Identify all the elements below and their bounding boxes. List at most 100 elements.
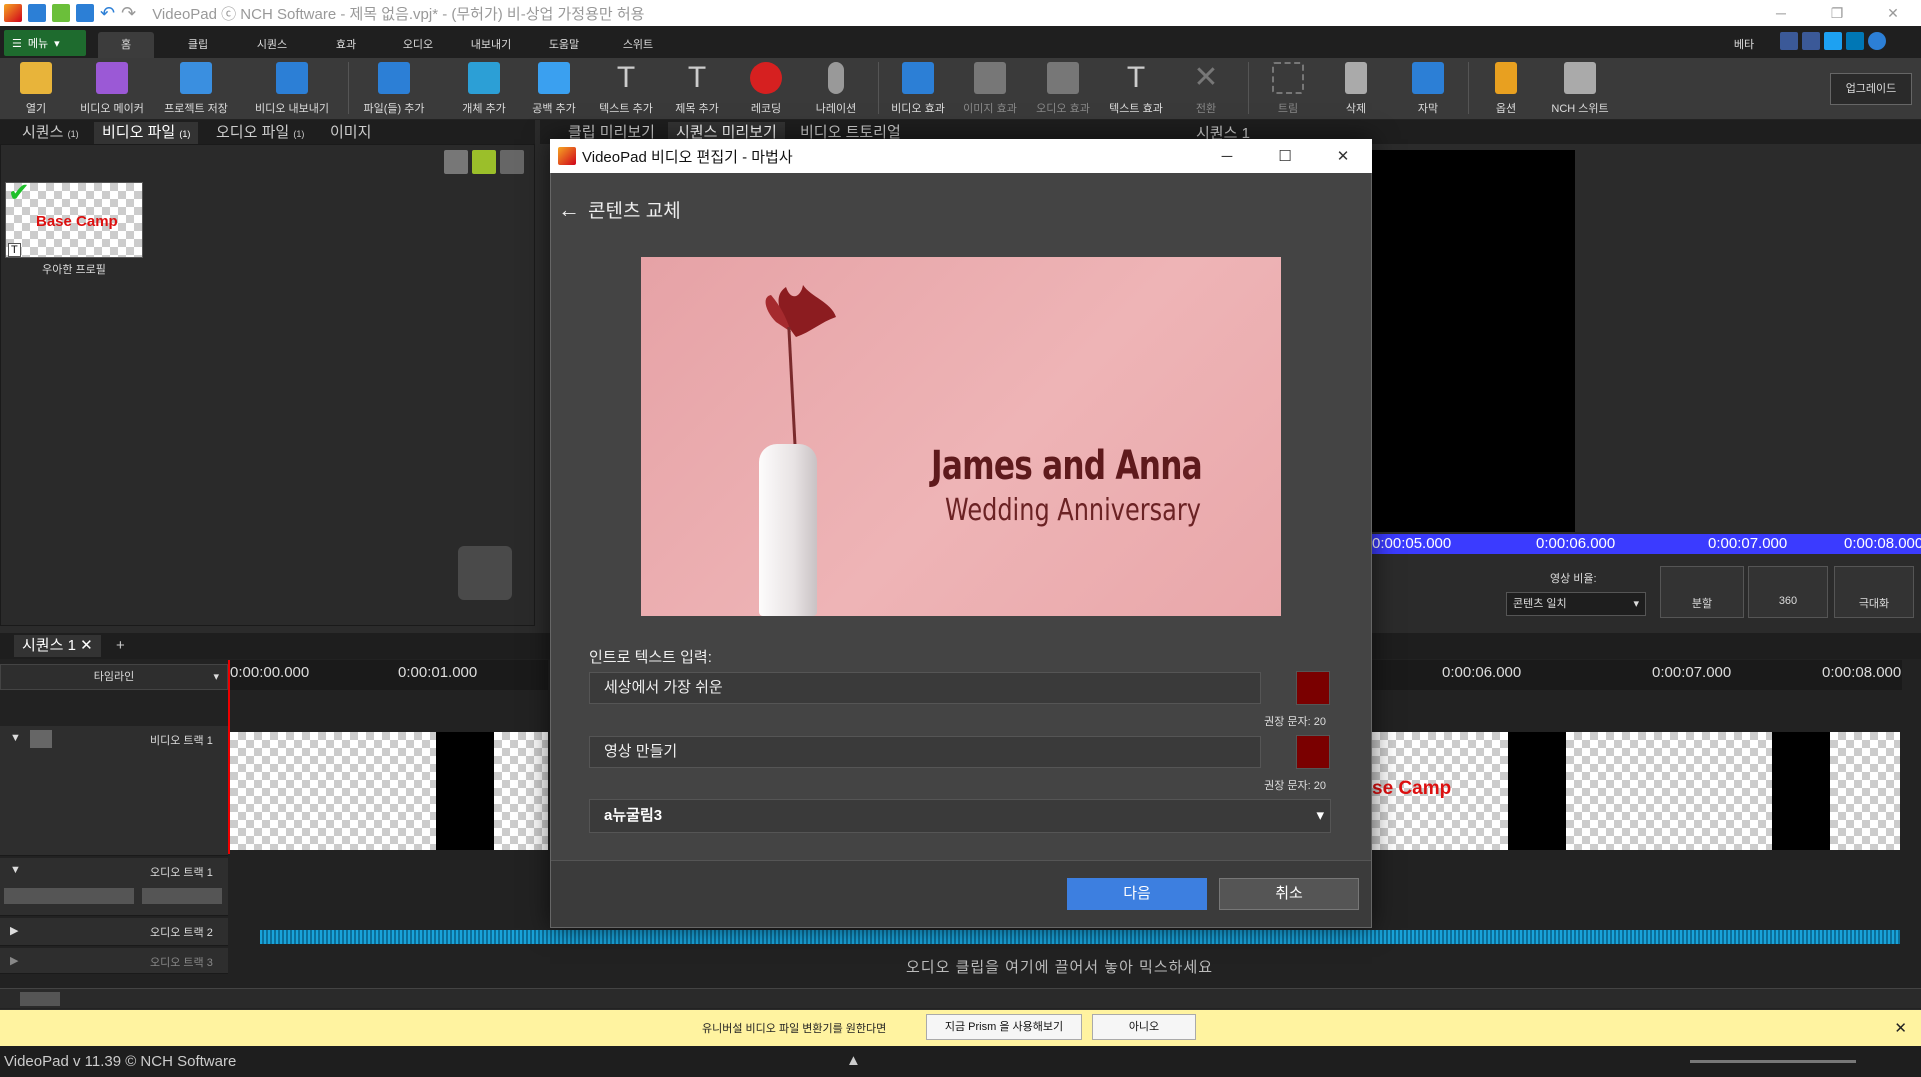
bin-tab-images[interactable]: 이미지	[322, 122, 379, 144]
video-effects-button[interactable]: 비디오 효과	[882, 62, 954, 116]
no-button[interactable]: 아니오	[1092, 1014, 1196, 1040]
upgrade-button[interactable]: 업그레이드	[1830, 73, 1912, 105]
expand-up-icon[interactable]: ▲	[846, 1052, 861, 1069]
tab-export[interactable]: 내보내기	[462, 32, 520, 58]
collapse-icon[interactable]: ▼	[10, 732, 21, 744]
maximize-button[interactable]: 극대화	[1834, 566, 1914, 618]
save-project-icon[interactable]	[76, 4, 94, 22]
dialog-minimize-button[interactable]: ─	[1198, 148, 1256, 165]
blank-clip[interactable]	[1772, 732, 1830, 850]
expand-icon[interactable]: ▶	[10, 954, 18, 967]
intro-text-field-1[interactable]: 세상에서 가장 쉬운	[589, 672, 1261, 704]
bin-tab-video-files[interactable]: 비디오 파일 (1)	[94, 122, 199, 144]
video-clip[interactable]: se Camp	[1372, 732, 1508, 850]
open-button[interactable]: 열기	[0, 62, 72, 116]
timeline-ruler-left[interactable]: 0:00:00.000 0:00:01.000	[228, 660, 548, 690]
menu-button[interactable]: ☰ 메뉴 ▾	[4, 30, 86, 56]
scroll-thumb[interactable]	[20, 992, 60, 1006]
help-icon[interactable]	[1868, 32, 1886, 50]
new-project-icon[interactable]	[28, 4, 46, 22]
add-text-button[interactable]: T 텍스트 추가	[590, 62, 662, 116]
text-color-swatch-1[interactable]	[1296, 671, 1330, 705]
trim-button[interactable]: 트림	[1252, 62, 1324, 116]
tab-help[interactable]: 도움말	[536, 32, 592, 58]
open-project-icon[interactable]	[52, 4, 70, 22]
360-button[interactable]: 360	[1748, 566, 1828, 618]
volume-slider[interactable]	[4, 888, 134, 904]
new-folder-icon[interactable]	[472, 150, 496, 174]
text-effects-button[interactable]: T 텍스트 효과	[1100, 62, 1172, 116]
undo-icon[interactable]: ↶	[100, 3, 115, 24]
transition-button[interactable]: ✕ 전환	[1170, 62, 1242, 116]
add-files-button[interactable]: 파일(들) 추가	[358, 62, 430, 116]
minimize-button[interactable]: ─	[1753, 5, 1809, 21]
linkedin-icon[interactable]	[1846, 32, 1864, 50]
intro-text-field-2[interactable]: 영상 만들기	[589, 736, 1261, 768]
video-clip[interactable]	[1566, 732, 1772, 850]
media-thumbnail[interactable]: ✔ Base Camp T	[5, 177, 143, 258]
timeline-ruler-right[interactable]: 0:00:06.000 0:00:07.000 0:00:08.000	[1372, 660, 1902, 690]
split-button[interactable]: 분할	[1660, 566, 1744, 618]
pan-slider[interactable]	[142, 888, 222, 904]
tab-sequence[interactable]: 시퀀스	[244, 32, 300, 58]
collapse-icon[interactable]: ▼	[10, 864, 21, 876]
add-title-button[interactable]: T 제목 추가	[661, 62, 733, 116]
master-volume-slider[interactable]	[1690, 1060, 1856, 1063]
blank-clip[interactable]	[436, 732, 494, 850]
video-maker-button[interactable]: 비디오 메이커	[76, 62, 148, 116]
narration-button[interactable]: 나레이션	[800, 62, 872, 116]
audio-track-2-header: ▶ 오디오 트랙 2	[0, 918, 228, 946]
add-object-label: 개체 추가	[462, 103, 506, 115]
aspect-select[interactable]: 콘텐츠 일치 ▾	[1506, 592, 1646, 616]
eye-icon[interactable]	[30, 730, 52, 748]
dialog-maximize-button[interactable]: ☐	[1256, 147, 1314, 165]
tab-suite[interactable]: 스위트	[610, 32, 666, 58]
thumbs-up-icon[interactable]	[1780, 32, 1798, 50]
audio-effects-button[interactable]: 오디오 효과	[1027, 62, 1099, 116]
redo-icon[interactable]: ↷	[121, 3, 136, 24]
timeline-mode-select[interactable]: 타임라인 ▾	[0, 664, 228, 690]
text-color-swatch-2[interactable]	[1296, 735, 1330, 769]
tab-effects[interactable]: 효과	[318, 32, 374, 58]
close-notification-icon[interactable]: ✕	[1894, 1019, 1907, 1037]
beta-label[interactable]: 베타	[1724, 32, 1764, 58]
add-blank-button[interactable]: 공백 추가	[518, 62, 590, 116]
image-effects-button[interactable]: 이미지 효과	[954, 62, 1026, 116]
timeline-scrollbar[interactable]	[0, 988, 1921, 1008]
nch-suite-button[interactable]: NCH 스위트	[1540, 62, 1620, 116]
tab-clip[interactable]: 클립	[170, 32, 226, 58]
intro-label: 인트로 텍스트 입력:	[589, 649, 712, 666]
video-clip[interactable]	[1830, 732, 1900, 850]
font-select[interactable]: a뉴굴림3 ▾	[589, 799, 1331, 833]
video-clip[interactable]	[230, 732, 436, 850]
save-project-button[interactable]: 프로젝트 저장	[160, 62, 232, 116]
subtitle-button[interactable]: 자막	[1392, 62, 1464, 116]
list-view-icon[interactable]	[500, 150, 524, 174]
try-prism-button[interactable]: 지금 Prism 을 사용해보기	[926, 1014, 1082, 1040]
twitter-icon[interactable]	[1824, 32, 1842, 50]
facebook-icon[interactable]	[1802, 32, 1820, 50]
dialog-close-button[interactable]: ✕	[1314, 147, 1372, 165]
bin-tab-audio-files[interactable]: 오디오 파일 (1)	[208, 122, 312, 144]
expand-icon[interactable]: ▶	[10, 924, 18, 937]
video-clip[interactable]	[494, 732, 548, 850]
close-button[interactable]: ✕	[1865, 5, 1921, 22]
tab-audio[interactable]: 오디오	[390, 32, 446, 58]
record-button[interactable]: 레코딩	[730, 62, 802, 116]
bin-tab-sequences[interactable]: 시퀀스 (1)	[14, 122, 87, 144]
blank-clip[interactable]	[1508, 732, 1566, 850]
bin-trash-icon[interactable]	[444, 150, 468, 174]
add-sequence-button[interactable]: +	[108, 635, 133, 657]
audio-waveform[interactable]	[260, 930, 1900, 944]
restore-button[interactable]: ❐	[1809, 5, 1865, 22]
add-object-button[interactable]: 개체 추가	[448, 62, 520, 116]
cancel-button[interactable]: 취소	[1219, 878, 1359, 910]
back-arrow-icon[interactable]: ←	[558, 197, 580, 223]
tab-sequence-1[interactable]: 시퀀스 1 ✕	[14, 635, 101, 657]
options-button[interactable]: 옵션	[1470, 62, 1542, 116]
tab-home[interactable]: 홈	[98, 32, 154, 58]
export-video-button[interactable]: 비디오 내보내기	[255, 62, 329, 116]
delete-button[interactable]: 삭제	[1320, 62, 1392, 116]
next-button[interactable]: 다음	[1067, 878, 1207, 910]
preview-ruler[interactable]: 0:00:05.000 0:00:06.000 0:00:07.000 0:00…	[1370, 534, 1921, 554]
